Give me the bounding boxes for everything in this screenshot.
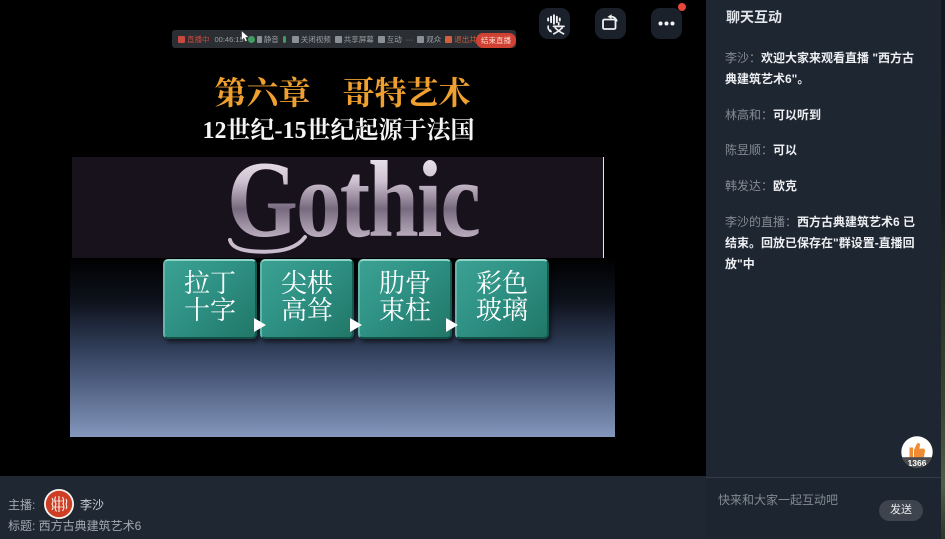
svg-text:1366: 1366 xyxy=(908,458,927,468)
svg-text:Gothic: Gothic xyxy=(227,157,479,258)
